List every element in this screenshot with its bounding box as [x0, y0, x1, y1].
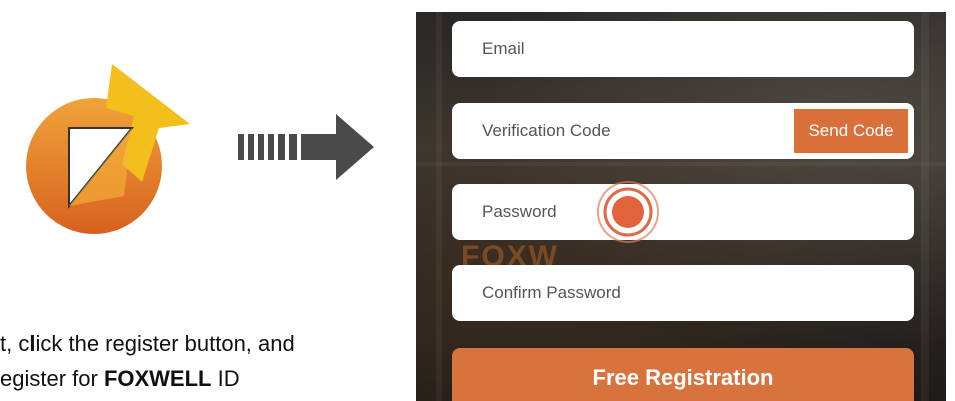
background-decoration: [416, 162, 946, 166]
background-decoration: [436, 12, 442, 401]
verification-code-field[interactable]: Verification Code Send Code: [452, 103, 914, 159]
arrow-right-icon: [238, 114, 374, 180]
registration-panel: FOXW Email Verification Code Send Code P…: [416, 12, 946, 401]
password-field[interactable]: Password: [452, 181, 914, 243]
background-decoration: [921, 12, 929, 401]
instruction-line-1: t, click the register button, and: [0, 331, 295, 356]
tap-indicator-icon: [597, 181, 659, 243]
email-field[interactable]: Email: [452, 21, 914, 77]
instruction-line-2: egister for FOXWELL ID: [0, 366, 240, 391]
email-placeholder: Email: [482, 39, 525, 58]
confirm-password-field[interactable]: Confirm Password: [452, 265, 914, 321]
verification-code-placeholder: Verification Code: [482, 121, 611, 140]
confirm-password-placeholder: Confirm Password: [482, 283, 621, 302]
free-registration-button[interactable]: Free Registration: [452, 348, 914, 401]
export-app-icon: [26, 64, 190, 234]
send-code-button[interactable]: Send Code: [794, 109, 908, 153]
password-placeholder: Password: [482, 202, 557, 221]
